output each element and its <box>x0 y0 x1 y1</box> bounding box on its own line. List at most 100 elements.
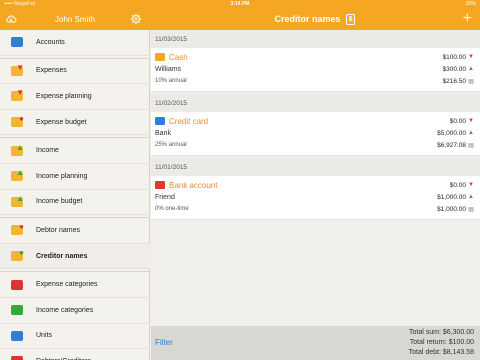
sidebar-item[interactable]: Income categories <box>0 298 150 324</box>
footer-bar: Filter Total sum: $6,300.00 Total return… <box>151 326 480 360</box>
up-arrow-icon: ▲ <box>468 194 474 200</box>
amount-value: $0.00 <box>449 181 466 189</box>
sidebar-item-label: Expense planning <box>36 92 92 100</box>
amount: $0.00 ▼ <box>450 118 474 125</box>
debtor-names-icon: ● <box>10 223 24 237</box>
amount-value: $1,000.00 <box>437 193 466 201</box>
account-name: Bank account <box>169 180 218 190</box>
currency-button[interactable]: $ <box>345 13 356 25</box>
up-arrow-icon: ▲ <box>468 66 474 72</box>
sidebar-item[interactable]: Accounts <box>0 30 150 56</box>
amount: $6,927.08 ▤ <box>437 142 474 149</box>
sidebar-item-label: Income categories <box>36 306 94 314</box>
expenses-icon: ▼ <box>10 63 24 78</box>
down-arrow-icon: ▼ <box>468 54 474 60</box>
creditor-card[interactable]: Bank account $0.00 ▼ Friend $1,000.00 ▲ 0% one… <box>151 176 480 220</box>
sidebar-item-label: Income budget <box>36 198 83 206</box>
sidebar-item-label: Accounts <box>36 38 65 46</box>
top-bar: Creditor names $ + <box>150 8 480 30</box>
units-icon <box>10 329 24 343</box>
account-name: Credit card <box>169 116 209 126</box>
interest-rate: 25% annual <box>155 142 187 148</box>
sidebar-item[interactable]: Expense categories <box>0 272 150 298</box>
sidebar-item[interactable]: ● Expense budget <box>0 110 150 136</box>
sidebar-header: John Smith <box>0 8 150 30</box>
amount: $0.00 ▼ <box>450 182 474 189</box>
calendar-icon: ▤ <box>468 206 474 213</box>
sidebar-item[interactable]: ▼ Expense planning <box>0 84 150 110</box>
creditor-card[interactable]: Cash $100.00 ▼ Williams $300.00 ▲ 10% annual $2… <box>151 48 480 92</box>
amount-value: $100.00 <box>442 53 467 61</box>
creditor-name: Bank <box>155 129 171 137</box>
calendar-icon: ▤ <box>468 142 474 149</box>
page-title: Creditor names <box>274 14 341 24</box>
amount: $1,000.00 ▤ <box>437 206 474 213</box>
creditor-name: Williams <box>155 65 182 73</box>
amount-value: $6,927.08 <box>437 141 466 149</box>
status-bar: ••••• MegaFon 3:14 PM 93% <box>0 0 480 8</box>
totals: Total sum: $6,300.00 Total return: $100.… <box>409 328 474 358</box>
amount: $5,000.00 ▲ <box>437 130 474 137</box>
creditor-names-icon: ● <box>10 249 24 263</box>
sidebar-item[interactable]: ● Creditor names <box>0 243 150 270</box>
sidebar-item[interactable]: Units <box>0 324 150 350</box>
sidebar-item[interactable]: ▼ Expenses <box>0 59 150 85</box>
account-title: Cash <box>155 53 188 62</box>
debtors-creditors-icon <box>10 354 24 360</box>
sidebar-item[interactable]: ● Debtor names <box>0 218 150 244</box>
sidebar: John Smith Accounts ▼ Expenses ▼ Expense pla… <box>0 0 150 360</box>
total-debt: Total debt: $8,143.58 <box>408 349 474 356</box>
amount-value: $0.00 <box>449 117 466 125</box>
clock: 3:14 PM <box>230 1 250 7</box>
sidebar-item-label: Income <box>36 147 59 155</box>
creditor-list: 11/03/2015 Cash $100.00 ▼ Williams $300.00 ▲ 10… <box>151 30 480 326</box>
date-header: 11/01/2015 <box>151 158 480 176</box>
sidebar-item[interactable]: ▲ Income planning <box>0 164 150 190</box>
expense-budget-icon: ● <box>10 115 24 129</box>
expense-categories-icon <box>10 278 24 292</box>
interest-rate: 10% annual <box>155 78 187 84</box>
account-title: Bank account <box>155 181 217 190</box>
amount-value: $1,000.00 <box>437 205 466 213</box>
down-arrow-icon: ▼ <box>468 118 474 124</box>
income-categories-icon <box>10 303 24 317</box>
gear-icon[interactable] <box>130 13 142 25</box>
sidebar-item[interactable]: Debtors/Creditors <box>0 349 150 360</box>
amount: $216.50 ▤ <box>443 78 475 85</box>
date-header: 11/02/2015 <box>151 94 480 112</box>
down-arrow-icon: ▼ <box>468 182 474 188</box>
sidebar-item-label: Expenses <box>36 67 67 75</box>
income-icon: ▲ <box>10 143 24 158</box>
user-name[interactable]: John Smith <box>55 15 95 24</box>
amount: $100.00 ▼ <box>443 54 475 61</box>
sidebar-item-label: Creditor names <box>36 252 88 260</box>
sidebar-item[interactable]: ▲ Income <box>0 138 150 164</box>
sidebar-item-label: Units <box>36 332 52 340</box>
sidebar-item-label: Debtor names <box>36 226 80 234</box>
amount: $1,000.00 ▲ <box>437 194 474 201</box>
total-sum: Total sum: $6,300.00 <box>409 329 474 336</box>
sidebar-item-label: Expense categories <box>36 281 98 289</box>
sidebar-menu: Accounts ▼ Expenses ▼ Expense planning ● Expen… <box>0 30 150 360</box>
creditor-name: Friend <box>155 193 175 201</box>
accounts-icon <box>10 35 24 49</box>
date-header: 11/03/2015 <box>151 30 480 48</box>
income-budget-icon: ▲ <box>10 194 24 209</box>
sidebar-item-label: Expense budget <box>36 118 87 126</box>
creditor-card[interactable]: Credit card $0.00 ▼ Bank $5,000.00 ▲ 25% annua… <box>151 112 480 156</box>
calendar-icon: ▤ <box>468 78 474 85</box>
amount-value: $300.00 <box>442 65 467 73</box>
cash-icon <box>155 53 165 61</box>
add-button[interactable]: + <box>463 10 472 28</box>
sidebar-item[interactable]: ▲ Income budget <box>0 190 150 216</box>
amount-value: $216.50 <box>442 77 467 85</box>
amount-value: $5,000.00 <box>437 129 466 137</box>
amount: $300.00 ▲ <box>443 66 475 73</box>
cloud-sync-icon[interactable] <box>5 13 17 25</box>
expense-planning-icon: ▼ <box>10 89 24 103</box>
up-arrow-icon: ▲ <box>468 130 474 136</box>
account-title: Credit card <box>155 117 208 126</box>
filter-button[interactable]: Filter <box>155 338 173 347</box>
income-planning-icon: ▲ <box>10 169 24 183</box>
total-return: Total return: $100.00 <box>409 339 474 346</box>
